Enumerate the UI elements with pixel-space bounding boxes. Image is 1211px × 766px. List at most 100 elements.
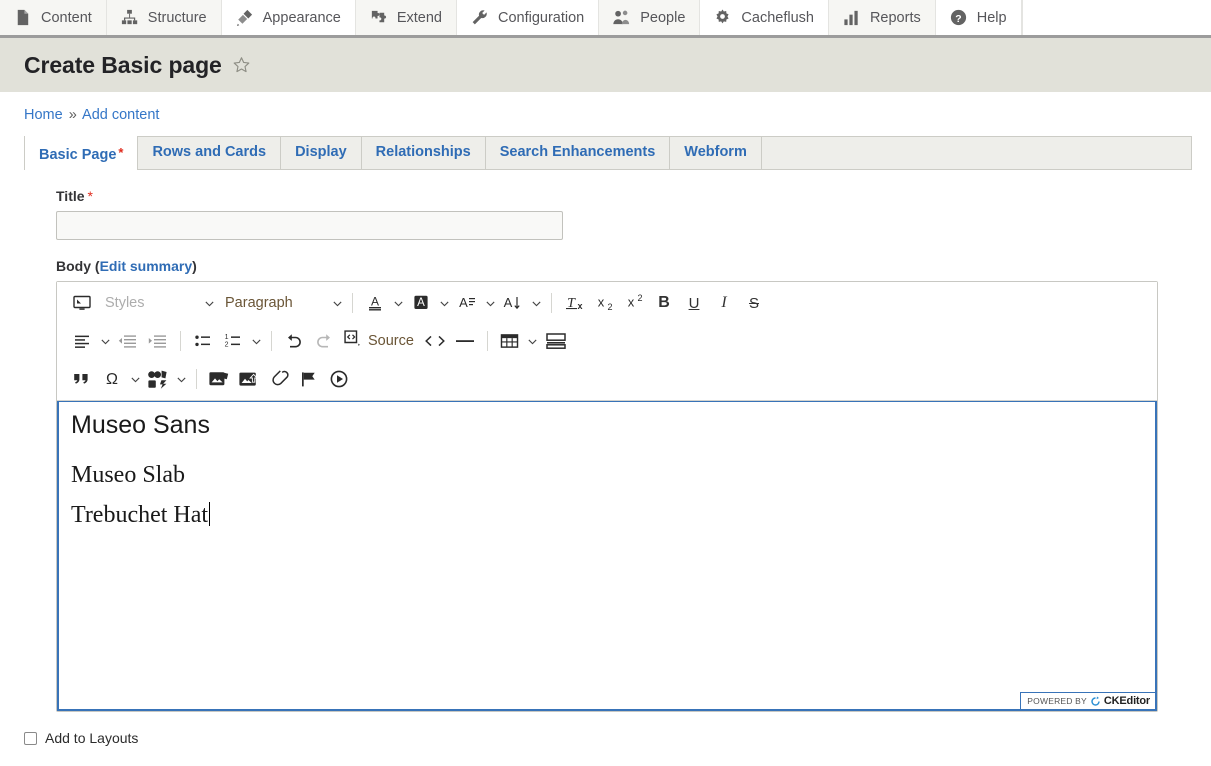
media-library-icon[interactable] [143, 364, 173, 394]
blockquote-icon[interactable] [67, 364, 97, 394]
toolbar-item-extend[interactable]: Extend [355, 0, 457, 35]
video-icon[interactable] [324, 364, 354, 394]
italic-button[interactable]: I [709, 288, 739, 318]
toolbar-label: Cacheflush [741, 9, 814, 26]
indent-icon[interactable] [143, 326, 173, 356]
background-color-icon[interactable]: A [406, 288, 436, 318]
chevron-down-icon[interactable] [482, 288, 498, 318]
star-outline-icon[interactable] [232, 56, 251, 75]
people-icon [612, 8, 631, 27]
toolbar-item-cacheflush[interactable]: Cacheflush [700, 0, 829, 35]
font-color-icon[interactable]: A [360, 288, 390, 318]
toolbar-item-structure[interactable]: Structure [106, 0, 222, 35]
special-character-icon[interactable]: Ω [97, 364, 127, 394]
source-button[interactable]: Source [339, 326, 420, 356]
title-field-label: Title * [56, 188, 1187, 204]
powered-by-label: POWERED BY [1027, 696, 1087, 706]
chevron-down-icon[interactable] [436, 288, 452, 318]
font-size-icon[interactable]: A [498, 288, 528, 318]
svg-text:1: 1 [225, 334, 229, 341]
svg-text:2: 2 [225, 342, 229, 349]
svg-text:2: 2 [607, 302, 612, 312]
add-to-layouts-checkbox[interactable] [24, 731, 37, 745]
admin-toolbar: Content Structure Appearance Extend Conf… [0, 0, 1211, 38]
maximize-icon[interactable] [67, 288, 97, 318]
strikethrough-button[interactable]: S [739, 288, 769, 318]
toolbar-label: Extend [396, 9, 442, 26]
tab-display[interactable]: Display [281, 136, 362, 169]
tab-search-enhancements[interactable]: Search Enhancements [486, 136, 671, 169]
editor-paragraph[interactable]: Museo Slab [71, 462, 1141, 490]
edit-summary-paren-close: ) [192, 258, 197, 274]
breadcrumb-link-add-content[interactable]: Add content [82, 107, 159, 123]
ckeditor-toolbar: Styles Paragraph A A A A T x x 2 x 2 B U… [57, 282, 1157, 401]
chevron-down-icon[interactable] [127, 364, 143, 394]
ckeditor-logo-icon [1090, 696, 1101, 707]
breadcrumb-link-home[interactable]: Home [24, 107, 63, 123]
chevron-down-icon[interactable] [248, 326, 264, 356]
media-browser-icon[interactable] [204, 364, 234, 394]
styles-dropdown-label: Styles [105, 295, 145, 311]
image-upload-icon[interactable] [234, 364, 264, 394]
tab-webform[interactable]: Webform [670, 136, 762, 169]
align-left-icon[interactable] [67, 326, 97, 356]
toolbar-item-appearance[interactable]: Appearance [221, 0, 356, 35]
remove-format-icon[interactable]: Tx [559, 288, 589, 318]
editor-paragraph[interactable]: Museo Sans [71, 411, 1141, 440]
document-icon [13, 8, 32, 27]
toolbar-item-people[interactable]: People [599, 0, 701, 35]
text-cursor [209, 502, 211, 527]
chevron-down-icon[interactable] [173, 364, 189, 394]
chevron-down-icon[interactable] [525, 326, 541, 356]
subscript-icon[interactable]: x2 [589, 288, 619, 318]
page-title-band: Create Basic page [0, 38, 1211, 92]
bulleted-list-icon[interactable] [188, 326, 218, 356]
toolbar-separator [551, 293, 552, 313]
toolbar-separator [180, 331, 181, 351]
tab-label: Basic Page [39, 147, 117, 163]
body-label-text: Body [56, 258, 91, 274]
structure-icon [120, 8, 139, 27]
ckeditor-badge[interactable]: POWERED BY CKEditor [1020, 692, 1156, 710]
ckeditor-toolbar-row-3: Ω [67, 360, 1151, 398]
title-input[interactable] [56, 211, 563, 240]
svg-text:?: ? [955, 14, 961, 25]
edit-summary-link[interactable]: Edit summary [100, 258, 193, 274]
link-icon[interactable] [264, 364, 294, 394]
chevron-down-icon[interactable] [528, 288, 544, 318]
toolbar-item-configuration[interactable]: Configuration [457, 0, 600, 35]
paragraph-format-dropdown[interactable]: Paragraph [217, 288, 345, 318]
code-icon[interactable] [420, 326, 450, 356]
undo-icon[interactable] [279, 326, 309, 356]
numbered-list-icon[interactable]: 12 [218, 326, 248, 356]
editor-paragraph[interactable]: Trebuchet Hat [71, 502, 1141, 530]
chevron-down-icon[interactable] [390, 288, 406, 318]
redo-icon[interactable] [309, 326, 339, 356]
toolbar-item-reports[interactable]: Reports [828, 0, 936, 35]
puzzle-icon [369, 8, 388, 27]
chevron-down-icon[interactable] [97, 326, 113, 356]
help-circle-icon: ? [949, 8, 968, 27]
font-family-icon[interactable]: A [452, 288, 482, 318]
bold-button[interactable]: B [649, 288, 679, 318]
ckeditor-toolbar-row-1: Styles Paragraph A A A A T x x 2 x 2 B U… [67, 284, 1151, 322]
horizontal-line-icon[interactable] [450, 326, 480, 356]
italic-label: I [721, 294, 727, 311]
tab-relationships[interactable]: Relationships [362, 136, 486, 169]
anchor-flag-icon[interactable] [294, 364, 324, 394]
superscript-icon[interactable]: x2 [619, 288, 649, 318]
outdent-icon[interactable] [113, 326, 143, 356]
styles-dropdown[interactable]: Styles [97, 288, 217, 318]
table-icon[interactable] [495, 326, 525, 356]
svg-text:x: x [628, 295, 635, 310]
editor-content-area[interactable]: Museo Sans Museo Slab Trebuchet Hat POWE… [57, 401, 1157, 711]
tab-basic-page[interactable]: Basic Page * [25, 136, 139, 170]
page-break-icon[interactable] [541, 326, 571, 356]
toolbar-item-content[interactable]: Content [0, 0, 107, 35]
chevron-down-icon [201, 288, 217, 318]
paintbrush-icon [235, 8, 254, 27]
title-required-mark: * [87, 188, 93, 204]
tab-rows-and-cards[interactable]: Rows and Cards [138, 136, 282, 169]
underline-button[interactable]: U [679, 288, 709, 318]
toolbar-item-help[interactable]: ? Help [935, 0, 1022, 35]
